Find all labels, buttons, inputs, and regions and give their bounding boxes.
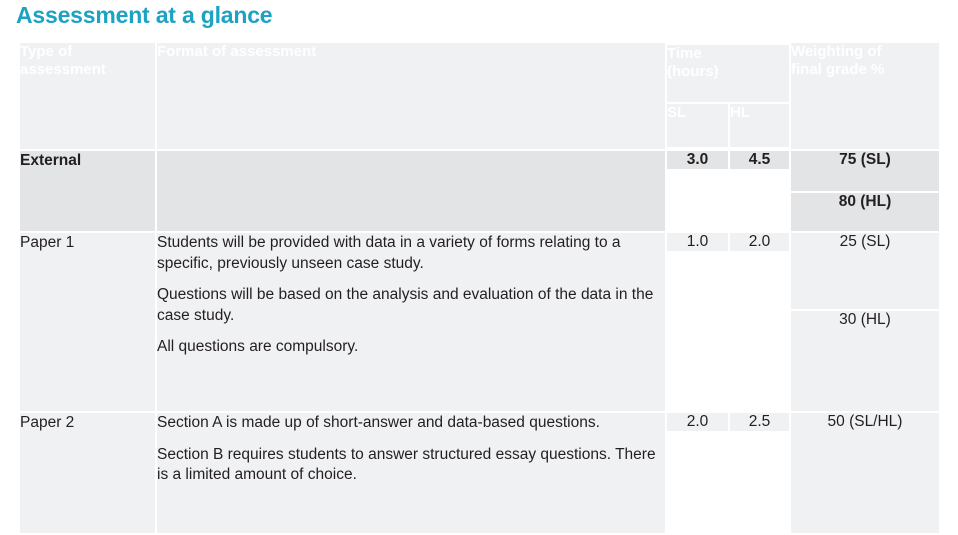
column-header-time: Time (hours) — [667, 45, 789, 102]
column-header-type-line1: Type of — [20, 43, 73, 60]
column-header-weighting-line1: Weighting of — [791, 43, 882, 60]
cell-hl-paper-2: 2.5 — [728, 413, 789, 431]
weighting-split-row: 75 (SL) — [791, 151, 939, 191]
cell-sl-paper-2: 2.0 — [667, 413, 728, 431]
cell-sl-external: 3.0 — [667, 151, 728, 169]
time-values-paper-1-row: 1.0 2.0 — [667, 233, 789, 251]
time-values-external-row: 3.0 4.5 — [667, 151, 789, 169]
time-title-row: Time (hours) — [667, 45, 789, 102]
cell-format-paper-1: Students will be provided with data in a… — [157, 233, 665, 411]
cell-format-paper-2: Section A is made up of short-answer and… — [157, 413, 665, 533]
cell-type-paper-2: Paper 2 — [20, 413, 155, 533]
cell-type-external: External — [20, 151, 155, 231]
time-values-paper-2-row: 2.0 2.5 — [667, 413, 789, 431]
cell-weighting-paper-1-hl: 30 (HL) — [791, 311, 939, 411]
column-header-time-group: Time (hours) SL HL — [667, 43, 789, 149]
cell-weighting-paper-1-sl: 25 (SL) — [791, 233, 939, 309]
cell-time-paper-1-group: 1.0 2.0 — [667, 233, 789, 411]
table-body: External 3.0 4.5 75 (SL) 80 (HL) Paper 1… — [20, 151, 939, 533]
cell-time-paper-2-group: 2.0 2.5 — [667, 413, 789, 533]
column-header-time-line2: (hours) — [667, 62, 719, 80]
table-header: Type of assessment Format of assessment … — [20, 43, 939, 149]
cell-format-external — [157, 151, 665, 231]
weighting-split-row: 25 (SL) — [791, 233, 939, 309]
table-header-row: Type of assessment Format of assessment … — [20, 43, 939, 149]
table-row-paper-1: Paper 1 Students will be provided with d… — [20, 233, 939, 411]
column-header-format-of-assessment: Format of assessment — [157, 43, 665, 149]
format-paragraph: Students will be provided with data in a… — [157, 234, 621, 272]
cell-weighting-external-hl: 80 (HL) — [791, 193, 939, 231]
cell-time-external-group: 3.0 4.5 — [667, 151, 789, 231]
column-header-time-line1: Time — [667, 45, 702, 62]
time-values-external: 3.0 4.5 — [667, 151, 789, 169]
time-subheader-table: Time (hours) SL HL — [667, 43, 789, 149]
assessment-table-container: Type of assessment Format of assessment … — [18, 41, 941, 535]
page-title: Assessment at a glance — [16, 2, 273, 28]
column-header-time-sl: SL — [667, 104, 728, 147]
cell-hl-external: 4.5 — [728, 151, 789, 169]
format-paragraph: Section B requires students to answer st… — [157, 445, 656, 484]
column-header-time-hl: HL — [728, 104, 789, 147]
cell-weighting-external-sl: 75 (SL) — [791, 151, 939, 191]
weighting-split-row: 30 (HL) — [791, 311, 939, 411]
cell-type-paper-1: Paper 1 — [20, 233, 155, 411]
cell-weighting-external-group: 75 (SL) 80 (HL) — [791, 151, 939, 231]
format-paragraph: Section A is made up of short-answer and… — [157, 414, 600, 431]
cell-weighting-paper-1-group: 25 (SL) 30 (HL) — [791, 233, 939, 411]
table-row-external: External 3.0 4.5 75 (SL) 80 (HL) — [20, 151, 939, 231]
cell-sl-paper-1: 1.0 — [667, 233, 728, 251]
weighting-split-external: 75 (SL) 80 (HL) — [791, 149, 939, 233]
format-paragraph: Questions will be based on the analysis … — [157, 286, 654, 324]
column-header-type-line2: assessment — [20, 60, 106, 78]
format-paragraph: All questions are compulsory. — [157, 338, 359, 356]
cell-hl-paper-1: 2.0 — [728, 233, 789, 251]
assessment-table: Type of assessment Format of assessment … — [18, 41, 941, 535]
time-values-paper-2: 2.0 2.5 — [667, 413, 789, 431]
time-sub-row: SL HL — [667, 104, 789, 147]
document-page: Assessment at a glance Type of assessmen… — [0, 0, 958, 533]
column-header-weighting-line2: final grade % — [791, 60, 885, 78]
time-values-paper-1: 1.0 2.0 — [667, 233, 789, 251]
column-header-weighting: Weighting of final grade % — [791, 43, 939, 149]
weighting-split-row: 80 (HL) — [791, 193, 939, 231]
column-header-type-of-assessment: Type of assessment — [20, 43, 155, 149]
table-row-paper-2: Paper 2 Section A is made up of short-an… — [20, 413, 939, 533]
cell-weighting-paper-2: 50 (SL/HL) — [791, 413, 939, 533]
weighting-split-paper-1: 25 (SL) 30 (HL) — [791, 231, 939, 413]
